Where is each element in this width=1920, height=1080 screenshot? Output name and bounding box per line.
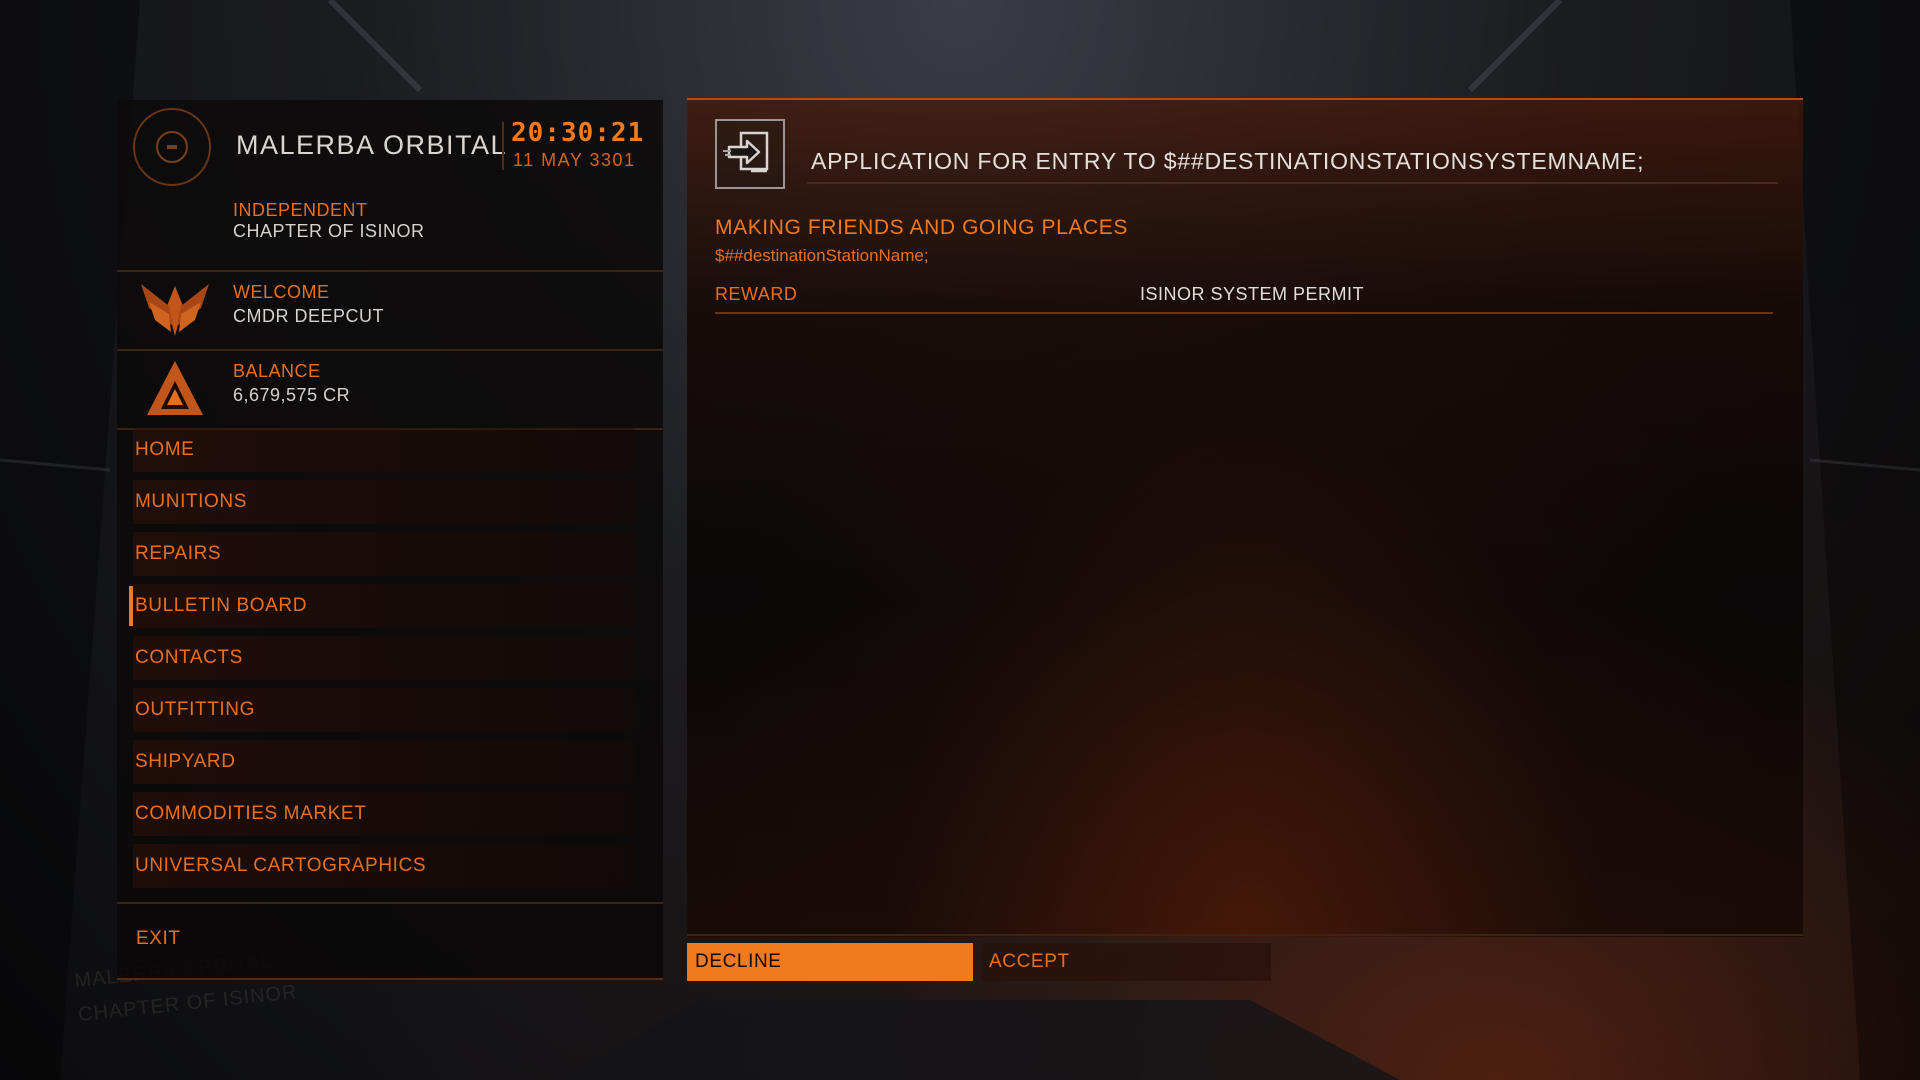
station-faction: CHAPTER OF ISINOR: [233, 221, 425, 241]
mission-subtitle: MAKING FRIENDS AND GOING PLACES: [715, 216, 1129, 239]
menu-item-label: COMMODITIES MARKET: [135, 803, 367, 824]
mission-detail-panel: APPLICATION FOR ENTRY TO $##DESTINATIONS…: [687, 98, 1803, 937]
menu-item-label: UNIVERSAL CARTOGRAPHICS: [135, 855, 427, 876]
mission-description: $##destinationStationName;: [715, 246, 929, 265]
menu-divider: [117, 902, 663, 904]
menu-item-shipyard[interactable]: SHIPYARD: [133, 740, 635, 784]
combat-rank-icon: [141, 284, 209, 336]
reward-label: REWARD: [715, 284, 798, 304]
menu-item-label: REPAIRS: [135, 543, 222, 564]
menu-item-outfitting[interactable]: OUTFITTING: [133, 688, 635, 732]
menu-item-universal-cartographics[interactable]: UNIVERSAL CARTOGRAPHICS: [133, 844, 635, 888]
mission-title: APPLICATION FOR ENTRY TO $##DESTINATIONS…: [811, 148, 1645, 174]
clock-divider: [502, 122, 504, 170]
trade-rank-icon: [147, 361, 203, 415]
menu-item-bulletin-board[interactable]: BULLETIN BOARD: [129, 584, 635, 628]
commander-name: CMDR DEEPCUT: [233, 306, 385, 326]
reward-value: ISINOR SYSTEM PERMIT: [1140, 284, 1365, 304]
exit-button[interactable]: EXIT: [136, 928, 181, 950]
balance-label: BALANCE: [233, 361, 321, 381]
action-bar-divider: [687, 934, 1803, 936]
menu-item-munitions[interactable]: MUNITIONS: [133, 480, 635, 524]
menu-item-home[interactable]: HOME: [133, 428, 635, 472]
game-time: 20:30:21: [511, 118, 645, 148]
menu-item-repairs[interactable]: REPAIRS: [133, 532, 635, 576]
balance-value: 6,679,575 CR: [233, 385, 351, 405]
permit-entry-icon: [723, 131, 769, 173]
menu-item-label: SHIPYARD: [135, 751, 236, 772]
menu-item-label: CONTACTS: [135, 647, 243, 668]
game-date: 11 MAY 3301: [513, 150, 636, 170]
commander-row: WELCOME CMDR DEEPCUT: [117, 272, 663, 351]
balance-row: BALANCE 6,679,575 CR: [117, 351, 663, 430]
menu-item-commodities-market[interactable]: COMMODITIES MARKET: [133, 792, 635, 836]
station-name: MALERBA ORBITAL: [236, 130, 508, 160]
station-emblem-icon: [133, 108, 211, 186]
welcome-text: WELCOME CMDR DEEPCUT: [233, 280, 384, 328]
menu-item-label: HOME: [135, 439, 195, 460]
menu-item-label: BULLETIN BOARD: [135, 595, 308, 616]
reward-row: REWARD ISINOR SYSTEM PERMIT: [715, 282, 1773, 314]
menu-item-label: MUNITIONS: [135, 491, 248, 512]
menu-item-label: OUTFITTING: [135, 699, 255, 720]
station-services-panel: MALERBA ORBITAL 20:30:21 11 MAY 3301 IND…: [117, 100, 663, 980]
station-faction-info: INDEPENDENT CHAPTER OF ISINOR: [233, 200, 425, 242]
station-header: MALERBA ORBITAL 20:30:21 11 MAY 3301 IND…: [117, 100, 663, 272]
mission-icon-box: [715, 119, 785, 189]
decline-button[interactable]: DECLINE: [687, 943, 973, 981]
station-allegiance: INDEPENDENT: [233, 200, 368, 220]
station-menu: HOME MUNITIONS REPAIRS BULLETIN BOARD CO…: [117, 428, 663, 896]
title-underline: [807, 182, 1778, 184]
menu-item-contacts[interactable]: CONTACTS: [133, 636, 635, 680]
accept-button[interactable]: ACCEPT: [981, 943, 1271, 981]
welcome-label: WELCOME: [233, 282, 330, 302]
balance-text: BALANCE 6,679,575 CR: [233, 359, 350, 407]
